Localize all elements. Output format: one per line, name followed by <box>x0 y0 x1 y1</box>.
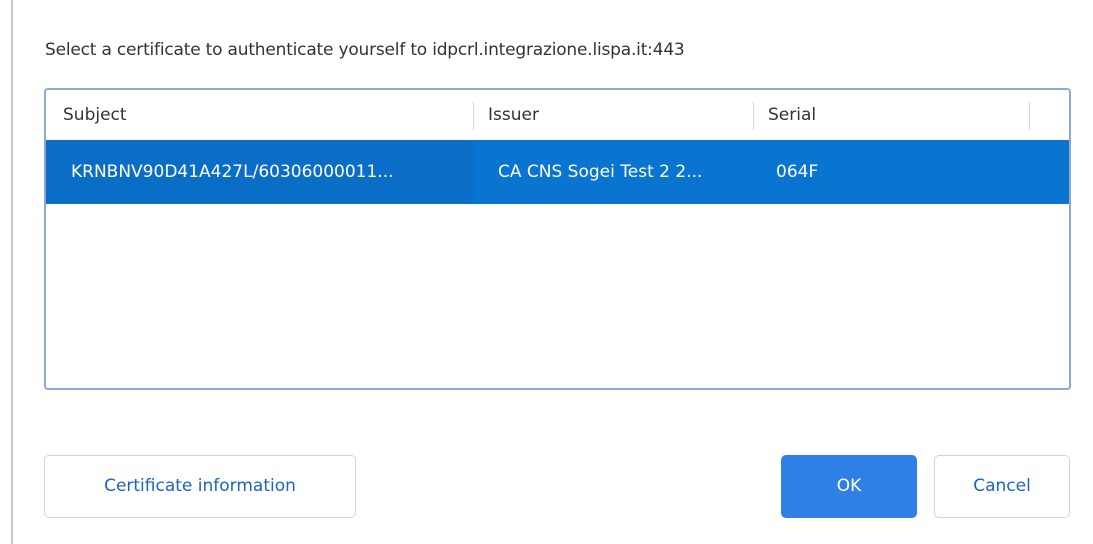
column-divider[interactable] <box>1029 102 1030 130</box>
certificate-select-dialog: Select a certificate to authenticate you… <box>0 0 1093 544</box>
dialog-prompt: Select a certificate to authenticate you… <box>45 40 685 60</box>
column-divider[interactable] <box>473 102 474 130</box>
column-header-serial[interactable]: Serial <box>768 90 816 140</box>
cell-subject: KRNBNV90D41A427L/60306000011... <box>71 162 394 182</box>
column-divider[interactable] <box>753 102 754 130</box>
cell-issuer: CA CNS Sogei Test 2 2... <box>498 162 703 182</box>
cell-serial: 064F <box>776 162 819 182</box>
table-header: Subject Issuer Serial <box>46 90 1069 140</box>
column-header-subject[interactable]: Subject <box>63 90 127 140</box>
table-row-selected[interactable]: KRNBNV90D41A427L/60306000011... CA CNS S… <box>46 140 1069 204</box>
column-header-issuer[interactable]: Issuer <box>488 90 539 140</box>
cancel-button[interactable]: Cancel <box>934 455 1070 518</box>
certificate-table[interactable]: Subject Issuer Serial KRNBNV90D41A427L/6… <box>44 88 1071 390</box>
window-edge-divider <box>11 0 13 544</box>
certificate-information-button[interactable]: Certificate information <box>44 455 356 518</box>
ok-button[interactable]: OK <box>781 455 917 518</box>
